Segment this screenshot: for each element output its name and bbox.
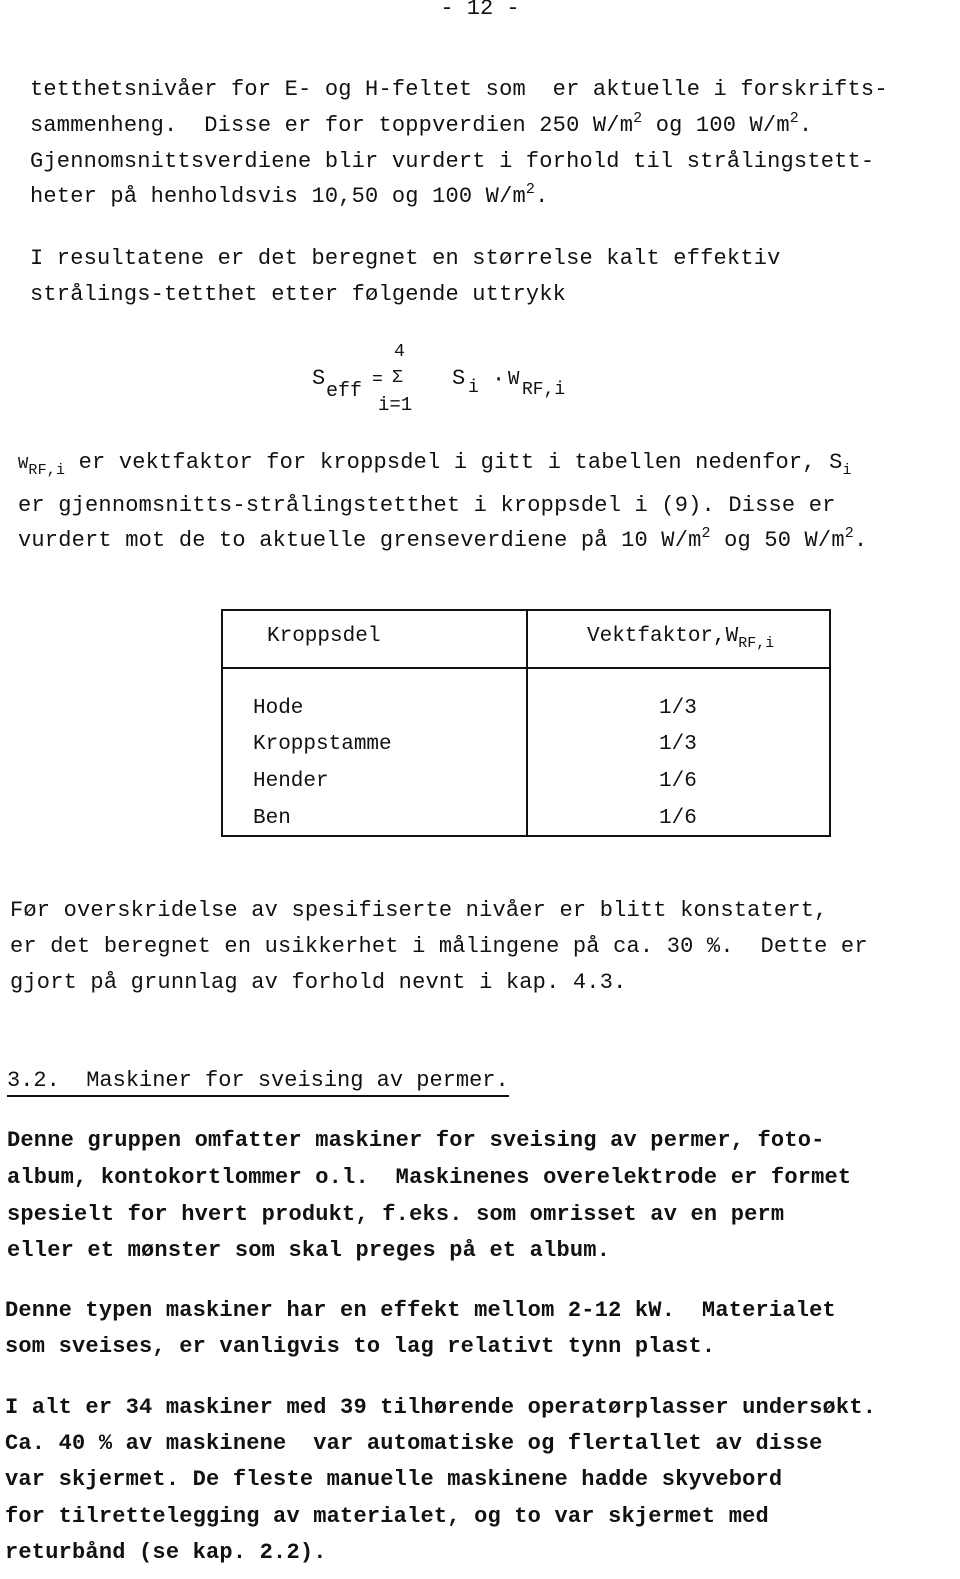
text-line: var skjermet. De fleste manuelle maskine… bbox=[5, 1467, 783, 1492]
text-line: Denne typen maskiner har en effekt mello… bbox=[5, 1298, 836, 1323]
formula-dot: · bbox=[492, 367, 506, 392]
text-line: Før overskridelse av spesifiserte nivåer… bbox=[10, 898, 828, 923]
cell-weight: 1/6 bbox=[659, 770, 697, 793]
cell-body-part: Hender bbox=[253, 770, 329, 793]
text-line: eller et mønster som skal preges på et a… bbox=[7, 1238, 611, 1263]
cell-body-part: Ben bbox=[253, 807, 291, 830]
cell-weight: 1/6 bbox=[659, 807, 697, 830]
text-line: WRF,i er vektfaktor for kroppsdel i gitt… bbox=[18, 450, 852, 478]
weight-factor-table: Kroppsdel Vektfaktor,WRF,i Hode 1/3 Krop… bbox=[221, 609, 831, 837]
superscript: 2 bbox=[525, 181, 536, 198]
text-line: er gjennomsnitts-strålingstetthet i krop… bbox=[18, 493, 836, 518]
formula-lhs-subscript: eff bbox=[326, 380, 363, 403]
text-line: gjort på grunnlag av forhold nevnt i kap… bbox=[10, 970, 627, 995]
table-header-weight: Vektfaktor,WRF,i bbox=[587, 625, 775, 652]
formula-s-eff: S eff = 4 Σ i=1 S i · W RF,i bbox=[312, 340, 632, 430]
text-span: vurdert mot de to aktuelle grenseverdien… bbox=[18, 528, 702, 553]
page-number: - 12 - bbox=[440, 0, 520, 21]
section-heading: 3.2. Maskiner for sveising av permer. bbox=[7, 1068, 509, 1097]
formula-lhs: S bbox=[312, 366, 326, 391]
text-span: og 100 W/m bbox=[642, 113, 790, 138]
text-span: W bbox=[18, 455, 29, 474]
table-column-divider bbox=[526, 611, 528, 835]
text-line: spesielt for hvert produkt, f.eks. som o… bbox=[7, 1202, 785, 1227]
text-line: som sveises, er vanligvis to lag relativ… bbox=[5, 1334, 716, 1359]
text-line: I alt er 34 maskiner med 39 tilhørende o… bbox=[5, 1395, 877, 1420]
text-line: tetthetsnivåer for E- og H-feltet som er… bbox=[30, 77, 888, 102]
formula-term-w: W bbox=[508, 368, 520, 390]
text-line: returbånd (se kap. 2.2). bbox=[5, 1540, 327, 1565]
text-line: for tilrettelegging av materialet, og to… bbox=[5, 1504, 769, 1529]
superscript: 2 bbox=[633, 110, 643, 127]
sigma-symbol: Σ bbox=[392, 368, 403, 388]
formula-equals: = bbox=[372, 370, 383, 390]
text-line: Gjennomsnittsverdiene blir vurdert i for… bbox=[30, 149, 875, 174]
text-span: . bbox=[798, 113, 813, 138]
text-span: sammenheng. Disse er for toppverdien 250… bbox=[30, 113, 634, 138]
table-header-divider bbox=[223, 667, 829, 669]
superscript: 2 bbox=[701, 525, 711, 542]
text-line: I resultatene er det beregnet en størrel… bbox=[30, 246, 781, 271]
superscript: 2 bbox=[844, 525, 854, 542]
formula-upper-limit: 4 bbox=[394, 342, 405, 362]
text-span: . bbox=[535, 184, 549, 209]
formula-term-s: S bbox=[452, 366, 466, 391]
subscript: i bbox=[842, 462, 852, 479]
text-line: vurdert mot de to aktuelle grenseverdien… bbox=[18, 525, 868, 554]
text-line: heter på henholdsvis 10,50 og 100 W/m2. bbox=[30, 181, 549, 210]
text-line: sammenheng. Disse er for toppverdien 250… bbox=[30, 110, 813, 139]
text-span: Vektfaktor,W bbox=[587, 625, 739, 648]
cell-weight: 1/3 bbox=[659, 733, 697, 756]
formula-term-s-subscript: i bbox=[468, 378, 479, 398]
text-line: er det beregnet en usikkerhet i målingen… bbox=[10, 934, 868, 959]
superscript: 2 bbox=[789, 110, 799, 127]
cell-body-part: Kroppstamme bbox=[253, 733, 392, 756]
text-line: Denne gruppen omfatter maskiner for svei… bbox=[7, 1128, 825, 1153]
cell-weight: 1/3 bbox=[659, 697, 697, 720]
subscript: RF,i bbox=[738, 635, 775, 652]
text-span: er vektfaktor for kroppsdel i gitt i tab… bbox=[65, 450, 843, 475]
text-span: heter på henholdsvis 10,50 og 100 W/m bbox=[30, 184, 526, 209]
text-line: album, kontokortlommer o.l. Maskinenes o… bbox=[7, 1165, 852, 1190]
cell-body-part: Hode bbox=[253, 697, 304, 720]
text-span: og 50 W/m bbox=[710, 528, 845, 553]
subscript: RF,i bbox=[28, 462, 66, 479]
text-line: Ca. 40 % av maskinene var automatiske og… bbox=[5, 1431, 823, 1456]
table-header-body-part: Kroppsdel bbox=[267, 625, 381, 648]
text-line: strålings-tetthet etter følgende uttrykk bbox=[30, 282, 567, 307]
text-span: . bbox=[853, 528, 868, 553]
formula-term-w-subscript: RF,i bbox=[522, 380, 566, 400]
formula-lower-limit: i=1 bbox=[378, 394, 413, 416]
